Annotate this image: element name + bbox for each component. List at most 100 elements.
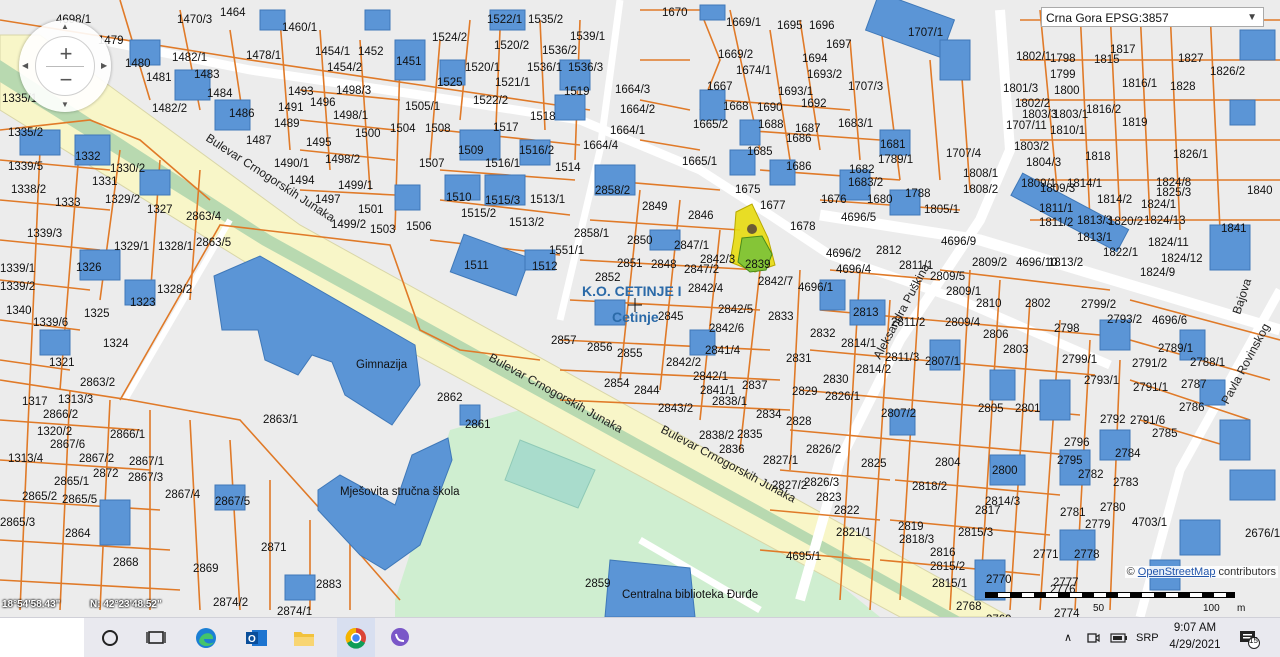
parcel-label: 1805/1 <box>924 204 959 216</box>
edge-icon[interactable] <box>192 624 220 652</box>
parcel-label: 2800 <box>992 465 1018 477</box>
parcel-label: 1470/3 <box>177 14 212 26</box>
parcel-label: 1335/2 <box>8 127 43 139</box>
parcel-label: 1690 <box>757 102 783 114</box>
widgets-icon[interactable] <box>142 624 170 652</box>
language-indicator[interactable]: SRP <box>1136 618 1159 657</box>
parcel-label: 1339/2 <box>0 281 35 293</box>
parcel-label: 2865/1 <box>54 476 89 488</box>
parcel-label: 2855 <box>617 348 643 360</box>
parcel-label: 2771 <box>1033 549 1059 561</box>
chrome-icon[interactable] <box>337 618 375 657</box>
parcel-label: 1327 <box>147 204 173 216</box>
parcel-label: 2811/3 <box>885 352 919 364</box>
scale-bar: 50 100 m <box>985 590 1245 617</box>
parcel-label: 2812 <box>876 245 902 257</box>
parcel-label: 2802 <box>1025 298 1051 310</box>
parcel-label: 2871 <box>261 542 287 554</box>
taskbar-clock[interactable]: 9:07 AM 4/29/2021 <box>1162 620 1228 654</box>
parcel-label: 2844 <box>634 385 660 397</box>
tray-meet-icon[interactable] <box>1086 618 1100 657</box>
parcel-label: 1340 <box>6 305 32 317</box>
parcel-label: 2814/2 <box>856 364 891 376</box>
parcel-label: 2823 <box>816 492 842 504</box>
parcel-label: 1669/1 <box>726 17 761 29</box>
parcel-label: 2848 <box>651 259 677 271</box>
parcel-label: 1677 <box>760 200 786 212</box>
parcel-label: 1665/1 <box>682 156 717 168</box>
outlook-icon[interactable]: O <box>242 624 270 652</box>
parcel-label: 1338/2 <box>11 184 46 196</box>
parcel-label: 1810/1 <box>1050 125 1085 137</box>
viber-icon[interactable] <box>386 624 414 652</box>
poi-library: Centralna biblioteka Đurđe <box>622 589 758 601</box>
parcel-label: 2883 <box>316 579 342 591</box>
parcel-label: 1490/1 <box>274 158 309 170</box>
parcel-label: 1498/3 <box>336 85 371 97</box>
parcel-label: 2866/2 <box>43 409 78 421</box>
parcel-label: 1524/2 <box>432 32 467 44</box>
osm-link[interactable]: OpenStreetMap <box>1138 566 1216 578</box>
parcel-label: 2791/6 <box>1130 415 1165 427</box>
parcel-label: 2819 <box>898 521 924 533</box>
parcel-label: 1339/6 <box>33 317 68 329</box>
parcel-label: 1819 <box>1122 117 1148 129</box>
cadastral-map[interactable]: Bulevar Crnogorskih Junaka Bulevar Crnog… <box>0 0 1280 617</box>
pan-up-icon[interactable]: ▲ <box>61 22 69 31</box>
taskbar-search-area[interactable] <box>0 618 84 657</box>
parcel-label: 1815 <box>1094 54 1120 66</box>
parcel-label: 1505/1 <box>405 101 440 113</box>
parcel-label: 2826/3 <box>804 477 839 489</box>
parcel-label: 2799/2 <box>1081 299 1116 311</box>
parcel-label: 1811/2 <box>1039 217 1073 229</box>
parcel-label: 2803 <box>1003 344 1029 356</box>
pan-left-icon[interactable]: ◀ <box>22 61 28 70</box>
pan-right-icon[interactable]: ▶ <box>101 61 107 70</box>
parcel-label: 1664/4 <box>583 140 619 152</box>
parcel-label: 1511 <box>464 260 489 272</box>
parcel-label: 2827/2 <box>772 480 807 492</box>
map-canvas[interactable]: Bulevar Crnogorskih Junaka Bulevar Crnog… <box>0 0 1280 617</box>
parcel-label: 1324 <box>103 338 129 350</box>
notification-center-icon[interactable]: 15 <box>1238 618 1260 657</box>
parcel-label: 4696/4 <box>836 264 872 276</box>
parcel-label: 1320/2 <box>37 426 72 438</box>
parcel-label: 1824/12 <box>1161 253 1203 265</box>
coordinate-readout: 18°54'58.43" N: 42°23'48.52" <box>0 599 300 613</box>
parcel-label: 1513/2 <box>509 217 544 229</box>
parcel-label: 2866/1 <box>110 429 145 441</box>
tray-chevron-up-icon[interactable]: ∧ <box>1064 618 1072 657</box>
scale-label-50: 50 <box>1093 603 1105 614</box>
zoom-in-button[interactable]: + <box>36 41 96 67</box>
parcel-label: 2809/2 <box>972 257 1007 269</box>
parcel-label: 4696/1 <box>798 282 833 294</box>
zoom-navigation-control[interactable]: ▲ ▼ ◀ ▶ + − <box>19 20 111 112</box>
task-view-icon[interactable] <box>96 624 124 652</box>
parcel-label: 1491 <box>278 102 304 114</box>
parcel-label: 2841/4 <box>705 345 741 357</box>
parcel-label: 1683/2 <box>848 177 883 189</box>
parcel-label: 2799/1 <box>1062 354 1097 366</box>
parcel-label: 1816/2 <box>1086 104 1121 116</box>
parcel-label: 2818/2 <box>912 481 947 493</box>
parcel-label: 1499/2 <box>331 219 366 231</box>
scale-label-100: 100 <box>1203 603 1220 614</box>
crs-select[interactable]: Crna Gora EPSG:3857 ▼ <box>1041 7 1264 27</box>
parcel-label: 2831 <box>786 353 812 365</box>
scale-bar-graphic <box>985 592 1235 598</box>
parcel-label: 2858/1 <box>574 228 609 240</box>
parcel-label: 1693/1 <box>778 86 813 98</box>
zoom-out-button[interactable]: − <box>36 67 96 93</box>
battery-icon[interactable] <box>1110 618 1128 657</box>
parcel-label: 2782 <box>1078 469 1104 481</box>
parcel-label: 1518 <box>530 111 556 123</box>
parcel-label: 1676 <box>821 194 847 206</box>
parcel-label: 2829 <box>792 386 818 398</box>
parcel-label: 2832 <box>810 328 836 340</box>
parcel-label: 1509 <box>458 145 484 157</box>
file-explorer-icon[interactable] <box>290 624 318 652</box>
parcel-label: 2768 <box>956 601 982 613</box>
parcel-label: 1824/1 <box>1141 199 1176 211</box>
pan-down-icon[interactable]: ▼ <box>61 100 69 109</box>
parcel-label: 2816 <box>930 547 956 559</box>
